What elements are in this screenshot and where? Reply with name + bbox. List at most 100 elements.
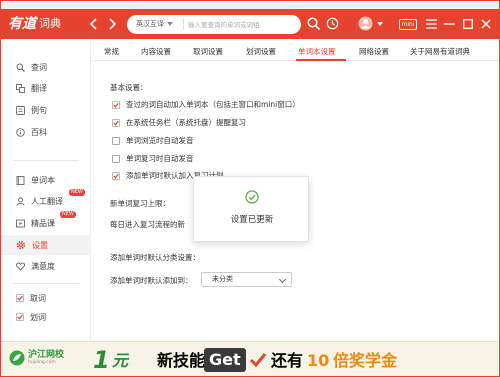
tab-select-settings[interactable]: 划词设置 bbox=[246, 46, 276, 57]
category-settings-title: 添加单词时默认分类设置： bbox=[110, 253, 200, 262]
basic-settings-title: 基本设置： bbox=[110, 83, 148, 92]
ad-banner[interactable]: 沪江网校 hujiang.com 1 元 新技能 Get 还有 10 倍奖学金 bbox=[1, 341, 499, 376]
minimize-icon[interactable] bbox=[444, 19, 455, 29]
human-translation-icon bbox=[16, 197, 25, 206]
search-mode-dropdown[interactable]: 英汉互译 bbox=[136, 19, 173, 29]
settings-icon bbox=[16, 240, 26, 250]
history-clock-icon[interactable] bbox=[326, 17, 339, 30]
ad-logo: 沪江网校 hujiang.com bbox=[9, 350, 64, 366]
new-badge: NEW bbox=[69, 189, 85, 196]
chevron-down-icon bbox=[167, 22, 173, 26]
sidebar-item-label: 翻译 bbox=[31, 83, 47, 93]
option-label: 查过的词自动加入单词本（包括主窗口和mini窗口） bbox=[126, 100, 300, 109]
sidebar-item-label: 取词 bbox=[30, 293, 46, 303]
ad-new-skill-text: 新技能 bbox=[157, 351, 206, 370]
toast-message: 设置已更新 bbox=[230, 215, 274, 225]
sidebar: 查词 翻译 例句 百科 单词本 人工翻译 NEW 精品课 NEW 设置 满意度 … bbox=[1, 39, 91, 341]
ad-check-icon bbox=[249, 353, 267, 368]
close-icon[interactable] bbox=[481, 19, 491, 29]
sidebar-item-word-capture[interactable]: 取词 bbox=[1, 288, 91, 308]
search-divider bbox=[183, 19, 184, 30]
tab-about[interactable]: 关于网易有道词典 bbox=[410, 46, 470, 57]
app-logo: 有道 词典 bbox=[8, 15, 61, 33]
sidebar-item-settings[interactable]: 设置 bbox=[1, 235, 91, 255]
sidebar-item-courses[interactable]: 精品课 bbox=[1, 213, 91, 233]
hujiang-leaf-icon bbox=[9, 350, 25, 366]
sidebar-item-examples[interactable]: 例句 bbox=[1, 100, 91, 120]
user-dropdown-icon[interactable] bbox=[377, 22, 383, 26]
logo-text: 词典 bbox=[39, 17, 61, 30]
option-auto-add-wordbook[interactable]: 查过的词自动加入单词本（包括主窗口和mini窗口） bbox=[112, 99, 300, 110]
sidebar-divider bbox=[13, 283, 79, 284]
option-label: 在系统任务栏（系统托盘）提醒复习 bbox=[126, 118, 246, 127]
translate-icon bbox=[16, 83, 25, 93]
ad-also-text: 还有 bbox=[271, 351, 304, 370]
active-tab-indicator bbox=[296, 59, 346, 61]
tab-network-settings[interactable]: 网络设置 bbox=[359, 46, 389, 57]
encyclopedia-icon bbox=[16, 127, 25, 137]
category-label: 添加单词时默认添加到： bbox=[110, 276, 193, 285]
tab-wordbook-settings[interactable]: 单词本设置 bbox=[298, 46, 336, 57]
sidebar-item-satisfaction[interactable]: 满意度 bbox=[1, 256, 91, 276]
checkbox[interactable] bbox=[112, 100, 120, 109]
sidebar-item-label: 单词本 bbox=[31, 175, 55, 185]
review-limit-text: 每日进入复习流程的新 bbox=[110, 220, 185, 229]
user-avatar-icon[interactable] bbox=[358, 16, 373, 31]
settings-updated-toast: 设置已更新 bbox=[193, 176, 309, 242]
mini-mode-button[interactable]: mini bbox=[399, 19, 417, 30]
ad-multiplier-number: 10 bbox=[307, 351, 330, 370]
forward-arrow-icon[interactable] bbox=[107, 18, 117, 30]
checkbox-icon[interactable] bbox=[16, 313, 24, 321]
option-tray-review-reminder[interactable]: 在系统任务栏（系统托盘）提醒复习 bbox=[112, 117, 246, 128]
option-review-autoplay[interactable]: 单词复习时自动发音 bbox=[112, 153, 194, 164]
checkbox-icon[interactable] bbox=[16, 294, 24, 302]
option-browse-autoplay[interactable]: 单词浏览时自动发音 bbox=[112, 135, 194, 146]
wordbook-icon bbox=[16, 175, 25, 185]
category-select[interactable]: 未分类 bbox=[201, 272, 292, 287]
window-top-strip bbox=[1, 1, 499, 9]
back-arrow-icon[interactable] bbox=[89, 18, 99, 30]
search-box: 英汉互译 bbox=[127, 15, 301, 34]
option-label: 单词复习时自动发音 bbox=[126, 154, 194, 163]
search-input[interactable] bbox=[188, 16, 292, 33]
sidebar-divider bbox=[13, 160, 79, 161]
course-icon bbox=[16, 219, 25, 227]
settings-tabs: 常规 内容设置 取词设置 划词设置 单词本设置 网络设置 关于网易有道词典 bbox=[92, 39, 499, 61]
checkbox[interactable] bbox=[112, 154, 120, 163]
option-label: 单词浏览时自动发音 bbox=[126, 136, 194, 145]
sidebar-item-label: 百科 bbox=[31, 127, 47, 137]
ad-get-badge: Get bbox=[204, 348, 246, 372]
menu-icon[interactable] bbox=[426, 19, 437, 29]
sidebar-item-wordbook[interactable]: 单词本 bbox=[1, 170, 91, 190]
search-mode-label: 英汉互译 bbox=[136, 20, 164, 28]
sidebar-item-encyclopedia[interactable]: 百科 bbox=[1, 122, 91, 142]
heart-icon bbox=[16, 262, 25, 271]
tab-general[interactable]: 常规 bbox=[104, 46, 119, 57]
sidebar-item-label: 精品课 bbox=[31, 218, 55, 228]
checkbox[interactable] bbox=[112, 136, 120, 145]
sidebar-item-label: 划词 bbox=[30, 312, 46, 322]
sidebar-item-lookup[interactable]: 查词 bbox=[1, 57, 91, 77]
ad-logo-main: 沪江网校 bbox=[28, 350, 65, 360]
search-icon bbox=[16, 63, 25, 72]
title-bar: 有道 词典 英汉互译 mini bbox=[1, 9, 499, 39]
chevron-down-icon bbox=[278, 275, 287, 284]
success-check-icon bbox=[245, 190, 259, 204]
sidebar-item-label: 人工翻译 bbox=[31, 196, 63, 206]
tab-capture-settings[interactable]: 取词设置 bbox=[193, 46, 223, 57]
sidebar-item-word-select[interactable]: 划词 bbox=[1, 307, 91, 327]
review-limit-title: 新单词复习上限： bbox=[110, 199, 170, 208]
checkbox[interactable] bbox=[112, 171, 120, 180]
search-icon[interactable] bbox=[306, 16, 321, 31]
tab-content-settings[interactable]: 内容设置 bbox=[141, 46, 171, 57]
sidebar-item-label: 例句 bbox=[31, 105, 47, 115]
logo-mark: 有道 bbox=[8, 16, 36, 32]
ad-logo-sub: hujiang.com bbox=[28, 360, 56, 365]
new-badge: NEW bbox=[60, 211, 76, 218]
maximize-icon[interactable] bbox=[463, 19, 473, 29]
sidebar-item-label: 查词 bbox=[31, 62, 47, 72]
sidebar-item-label: 满意度 bbox=[31, 261, 55, 271]
checkbox[interactable] bbox=[112, 118, 120, 127]
sidebar-item-translate[interactable]: 翻译 bbox=[1, 78, 91, 98]
ad-scholarship-text: 倍奖学金 bbox=[333, 351, 398, 370]
